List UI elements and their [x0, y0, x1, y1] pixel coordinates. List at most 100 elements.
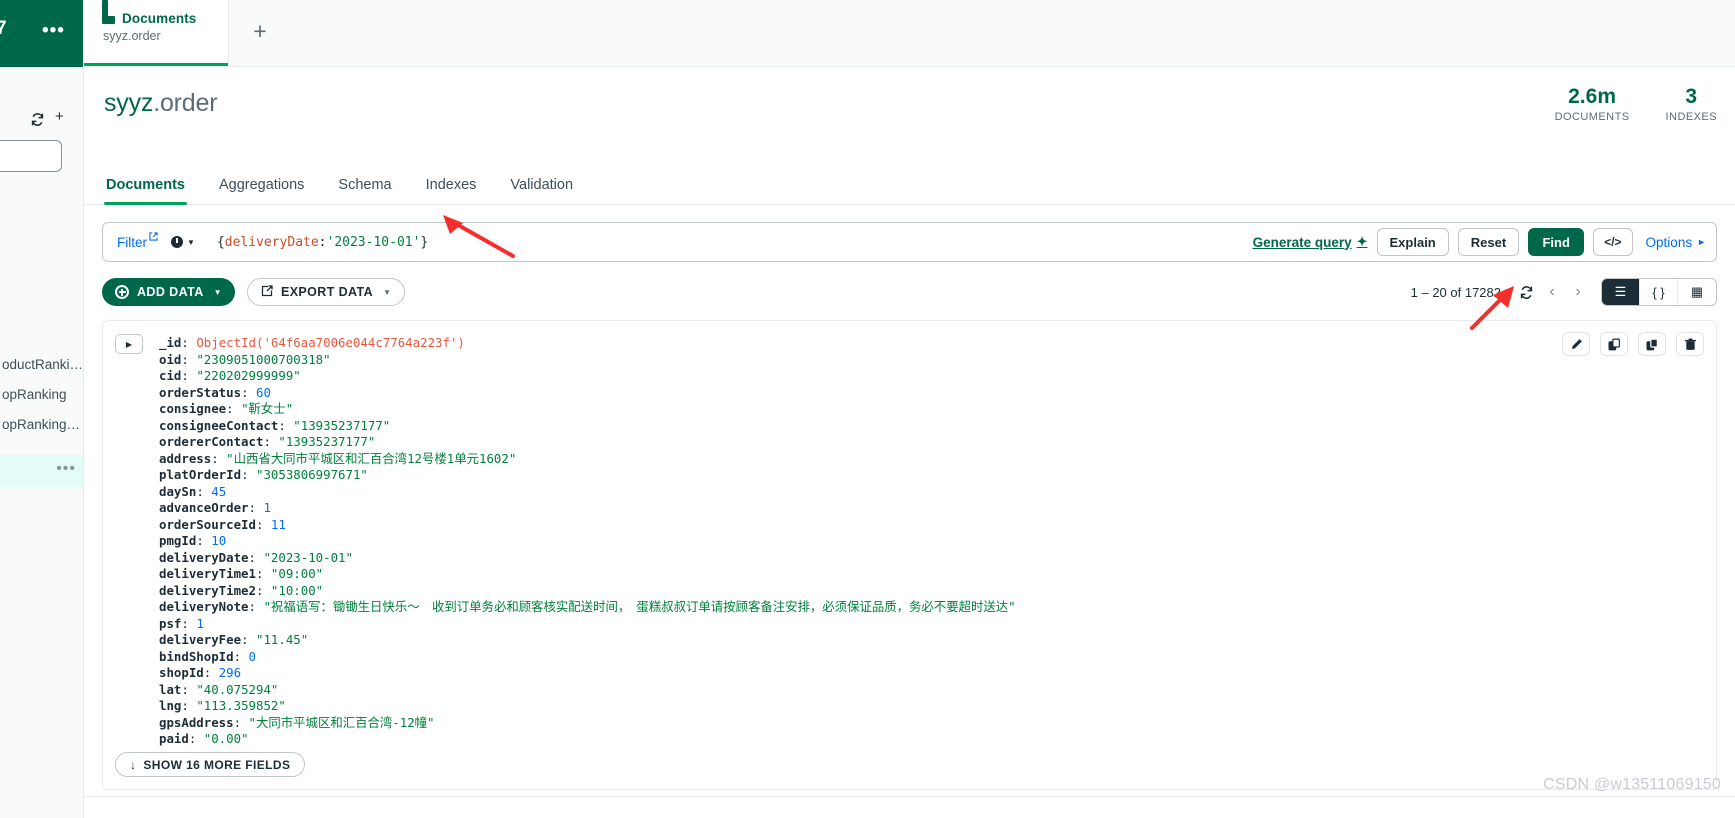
arrow-down-icon: ↓ [130, 757, 137, 772]
document-field-row[interactable]: deliveryTime2: "10:00" [159, 583, 1716, 600]
sidebar-item-1[interactable]: opRanking [0, 380, 83, 410]
document-field-row[interactable]: advanceOrder: 1 [159, 500, 1716, 517]
plus-icon[interactable]: + [55, 108, 64, 125]
sidebar-overflow-icon[interactable]: ••• [42, 20, 65, 42]
workspace-tab-documents[interactable]: Documents syyz.order [84, 0, 229, 66]
collection-header: syyz.order 2.6m DOCUMENTS 3 INDEXES [84, 67, 1735, 171]
document-field-row[interactable]: paid: "0.00" [159, 731, 1716, 748]
refresh-icon[interactable] [30, 112, 45, 131]
sidebar-item-menu-icon[interactable]: ••• [56, 460, 76, 478]
tab-indexes[interactable]: Indexes [424, 171, 479, 204]
edit-document-icon[interactable] [1562, 332, 1590, 356]
document-field-key: daySn [159, 483, 197, 499]
add-data-button[interactable]: ADD DATA ▼ [102, 278, 235, 306]
explain-button[interactable]: Explain [1376, 228, 1449, 256]
external-link-icon[interactable] [149, 232, 158, 244]
query-key: deliveryDate [224, 234, 319, 250]
document-field-value: "3053806997671" [255, 467, 368, 482]
tab-aggregations[interactable]: Aggregations [217, 171, 306, 204]
document-field-row[interactable]: psf: 1 [159, 616, 1716, 633]
document-field-key: paid [159, 731, 189, 746]
document-field-row[interactable]: deliveryTime1: "09:00" [159, 566, 1716, 583]
chevron-left-icon[interactable]: ‹ [1539, 279, 1565, 305]
query-input[interactable]: {deliveryDate:'2023-10-01'} [217, 235, 428, 250]
tab-schema[interactable]: Schema [336, 171, 393, 204]
caret-right-icon[interactable]: ▶ [115, 334, 143, 354]
document-field-key: deliveryTime2 [159, 582, 256, 598]
document-field-row[interactable]: address: "山西省大同市平城区和汇百合湾12号楼1单元1602" [159, 451, 1716, 468]
copy-document-icon[interactable] [1638, 332, 1666, 356]
document-field-row[interactable]: daySn: 45 [159, 484, 1716, 501]
show-more-fields-button[interactable]: ↓ SHOW 16 MORE FIELDS [115, 752, 306, 777]
document-field-colon: : [255, 516, 271, 532]
document-field-colon: : [255, 566, 271, 581]
folder-icon [102, 0, 115, 24]
options-toggle[interactable]: Options ► [1646, 235, 1706, 250]
generate-query-button[interactable]: Generate query ✦ [1253, 234, 1368, 250]
document-field-colon: : [181, 368, 197, 383]
document-field-colon: : [188, 731, 204, 746]
export-to-language-icon[interactable]: </> [1593, 228, 1633, 256]
clock-icon [171, 236, 183, 248]
document-field-value: "40.075294" [196, 681, 279, 697]
find-button[interactable]: Find [1528, 228, 1585, 256]
document-field-row[interactable]: platOrderId: "3053806997671" [159, 467, 1716, 484]
sidebar-item-selected[interactable]: ••• [0, 455, 83, 487]
document-field-row[interactable]: lat: "40.075294" [159, 682, 1716, 699]
document-field-row[interactable]: deliveryNote: "祝福语写：锄锄生日快乐～ 收到订单务必和顾客核实配… [159, 599, 1716, 616]
document-field-key: psf [159, 615, 182, 631]
new-tab-button[interactable]: + [229, 0, 291, 66]
document-field-key: shopId [159, 665, 204, 680]
document-field-row[interactable]: shopId: 296 [159, 665, 1716, 682]
reset-button[interactable]: Reset [1457, 228, 1520, 256]
sidebar-item-2[interactable]: opRanking… [0, 410, 83, 440]
document-field-row[interactable]: deliveryDate: "2023-10-01" [159, 550, 1716, 567]
collection-stats: 2.6m DOCUMENTS 3 INDEXES [1555, 85, 1717, 123]
sidebar-item-0[interactable]: oductRanki… [0, 350, 83, 380]
query-history-button[interactable]: ▼ [171, 236, 195, 248]
document-field-row[interactable]: _id: ObjectId('64f6aa7006e044c7764a223f'… [159, 335, 1716, 352]
document-field-row[interactable]: ordererContact: "13935237177" [159, 434, 1716, 451]
document-field-value: 45 [211, 483, 227, 499]
document-field-colon: : [278, 417, 294, 433]
tab-documents[interactable]: Documents [104, 171, 187, 205]
clone-document-icon[interactable] [1600, 332, 1628, 356]
document-field-value: "靳女士" [241, 401, 294, 416]
document-field-row[interactable]: consignee: "靳女士" [159, 401, 1716, 418]
document-field-value: "2023-10-01" [263, 549, 353, 565]
export-data-button[interactable]: EXPORT DATA ▼ [246, 278, 406, 306]
document-field-key: pmgId [159, 533, 197, 548]
collection-tabs: Documents Aggregations Schema Indexes Va… [84, 171, 1735, 205]
query-value: '2023-10-01' [326, 234, 421, 250]
document-field-colon: : [196, 533, 212, 548]
document-field-row[interactable]: pmgId: 10 [159, 533, 1716, 550]
document-field-row[interactable]: lng: "113.359852" [159, 698, 1716, 715]
chevron-right-icon[interactable]: › [1565, 279, 1591, 305]
document-field-row[interactable]: deliveryFee: "11.45" [159, 632, 1716, 649]
document-field-row[interactable]: bindShopId: 0 [159, 649, 1716, 666]
json-view-icon[interactable]: { } [1640, 279, 1678, 305]
delete-document-icon[interactable] [1676, 332, 1704, 356]
refresh-icon[interactable] [1513, 279, 1539, 305]
triangle-right-icon: ► [1697, 237, 1706, 247]
plus-circle-icon [115, 285, 129, 299]
document-field-row[interactable]: oid: "2309051000700318" [159, 352, 1716, 369]
tab-validation[interactable]: Validation [508, 171, 575, 204]
document-field-row[interactable]: orderStatus: 60 [159, 385, 1716, 402]
filter-label[interactable]: Filter [117, 232, 158, 250]
document-field-row[interactable]: orderSourceId: 11 [159, 517, 1716, 534]
document-field-value: 11 [270, 516, 286, 532]
table-view-icon[interactable]: ▦ [1678, 279, 1716, 305]
document-field-value: "祝福语写：锄锄生日快乐～ 收到订单务必和顾客核实配送时间， 蛋糕叔叔订单请按顾… [263, 599, 1016, 614]
document-field-row[interactable]: gpsAddress: "大同市平城区和汇百合湾-12幢" [159, 715, 1716, 732]
sidebar-connection-header[interactable]: 7 ••• [0, 0, 83, 67]
document-field-colon: : [203, 665, 219, 680]
document-field-key: orderSourceId [159, 516, 256, 532]
stat-documents-value: 2.6m [1568, 85, 1616, 108]
document-field-key: lng [159, 698, 182, 713]
list-view-icon[interactable]: ☰ [1602, 279, 1640, 305]
sidebar-search-input[interactable] [0, 140, 62, 172]
document-field-row[interactable]: cid: "220202999999" [159, 368, 1716, 385]
filter-label-text: Filter [117, 234, 147, 250]
document-field-row[interactable]: consigneeContact: "13935237177" [159, 418, 1716, 435]
